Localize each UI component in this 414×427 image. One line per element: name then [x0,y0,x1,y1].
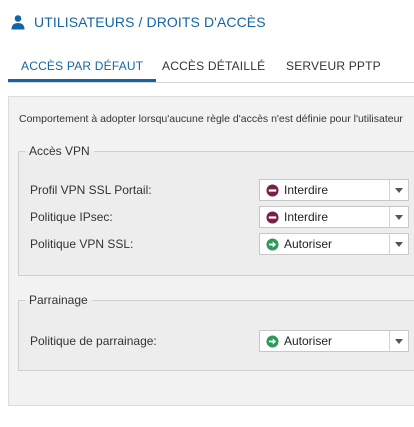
ipsec-policy-select[interactable]: Interdire [259,206,409,228]
ssl-vpn-policy-value: Autoriser [284,237,333,251]
page: UTILISATEURS / DROITS D'ACCÈS ACCÈS PAR … [0,0,414,427]
tab-default-access[interactable]: ACCÈS PAR DÉFAUT [8,58,157,82]
ipsec-policy-value: Interdire [284,210,329,224]
allow-arrow-icon [266,334,279,348]
panel-description: Comportement à adopter lorsqu'aucune règ… [19,113,403,125]
ssl-vpn-policy-select[interactable]: Autoriser [259,233,409,255]
ssl-portal-profile-value: Interdire [284,183,329,197]
chevron-down-icon[interactable] [389,180,408,200]
ipsec-policy-label: Politique IPsec: [30,210,113,224]
chevron-down-icon[interactable] [389,331,408,351]
sponsorship-group-legend: Parrainage [29,293,88,307]
sponsorship-policy-select[interactable]: Autoriser [259,330,409,352]
ssl-portal-profile-select[interactable]: Interdire [259,179,409,201]
chevron-down-icon[interactable] [389,207,408,227]
user-icon [11,15,25,30]
allow-arrow-icon [266,237,279,251]
tab-bar: ACCÈS PAR DÉFAUT ACCÈS DÉTAILLÉ SERVEUR … [8,58,414,83]
page-header: UTILISATEURS / DROITS D'ACCÈS [10,14,266,30]
chevron-down-icon[interactable] [389,234,408,254]
ssl-vpn-policy-label: Politique VPN SSL: [30,237,134,251]
sponsorship-policy-value: Autoriser [284,334,333,348]
tab-pptp-server[interactable]: SERVEUR PPTP [286,58,381,80]
ssl-portal-profile-label: Profil VPN SSL Portail: [30,183,152,197]
deny-icon [266,210,279,224]
deny-icon [266,183,279,197]
vpn-group-legend: Accès VPN [29,144,90,158]
page-title: UTILISATEURS / DROITS D'ACCÈS [34,14,266,30]
tab-detailed-access[interactable]: ACCÈS DÉTAILLÉ [162,58,265,80]
sponsorship-policy-label: Politique de parrainage: [30,334,157,348]
